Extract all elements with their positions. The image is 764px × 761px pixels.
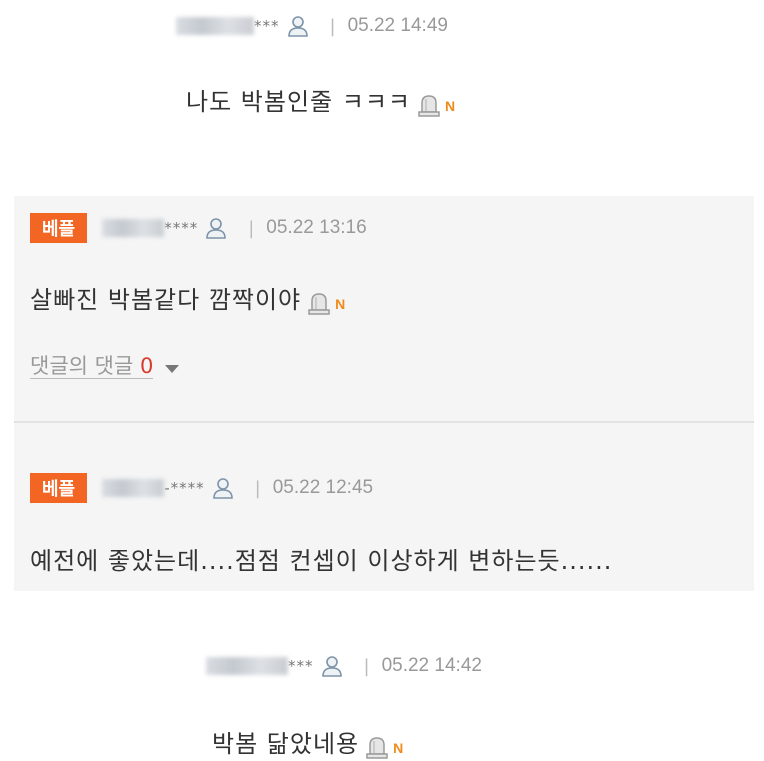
comment-1-body: 나도 박봄인줄 ㅋㅋㅋ N — [186, 82, 455, 119]
report-bell-icon[interactable] — [307, 291, 331, 317]
report-bell-icon[interactable] — [417, 93, 441, 119]
best-badge: 베플 — [30, 213, 88, 243]
separator: | — [329, 15, 336, 37]
user-icon[interactable] — [286, 14, 310, 38]
user-icon[interactable] — [204, 216, 228, 240]
replies-label: 댓글의 댓글 — [30, 354, 134, 378]
separator: | — [363, 655, 370, 677]
comment-text: 예전에 좋았는데....점점 컨셉이 이상하게 변하는듯...... — [30, 547, 613, 575]
masked-username-suffix: *** — [254, 17, 280, 35]
replies-toggle[interactable]: 댓글의 댓글 0 — [30, 350, 180, 380]
comment-4-header: *** | 05.22 14:42 — [206, 654, 482, 678]
best-comments-box — [14, 196, 754, 591]
user-icon[interactable] — [320, 654, 344, 678]
masked-username-suffix: -**** — [164, 479, 205, 497]
comment-text: 살빠진 박봄같다 깜짝이야 — [30, 286, 302, 314]
replies-count: 0 — [139, 354, 154, 378]
masked-username — [176, 17, 254, 35]
comment-time: 05.22 14:49 — [347, 15, 448, 36]
new-badge: N — [393, 739, 404, 756]
comment-4-body: 박봄 닮았네용 N — [212, 724, 403, 761]
masked-username-suffix: **** — [164, 219, 199, 237]
best-badge: 베플 — [30, 473, 88, 503]
comment-text: 나도 박봄인줄 ㅋㅋㅋ — [186, 88, 411, 116]
comment-2-body: 살빠진 박봄같다 깜짝이야 N — [30, 280, 345, 317]
separator: | — [254, 477, 261, 499]
user-icon[interactable] — [211, 476, 235, 500]
comment-text: 박봄 닮았네용 — [212, 730, 360, 758]
masked-username — [102, 219, 165, 237]
comment-time: 05.22 13:16 — [266, 217, 367, 238]
comment-divider — [14, 421, 754, 423]
masked-username — [206, 657, 288, 675]
comment-time: 05.22 14:42 — [381, 655, 482, 676]
comment-3-header: 베플 -**** | 05.22 12:45 — [30, 473, 373, 503]
comment-1-header: *** | 05.22 14:49 — [176, 14, 448, 38]
comment-2-header: 베플 **** | 05.22 13:16 — [30, 213, 367, 243]
comment-time: 05.22 12:45 — [272, 477, 374, 498]
separator: | — [248, 217, 255, 239]
new-badge: N — [335, 295, 346, 312]
report-bell-icon[interactable] — [365, 735, 389, 761]
new-badge: N — [444, 97, 456, 114]
masked-username — [102, 479, 165, 497]
chevron-down-icon[interactable] — [165, 364, 180, 373]
replies-link[interactable]: 댓글의 댓글 0 — [30, 354, 154, 379]
masked-username-suffix: *** — [288, 657, 314, 675]
comment-3-body: 예전에 좋았는데....점점 컨셉이 이상하게 변하는듯...... — [30, 541, 612, 576]
